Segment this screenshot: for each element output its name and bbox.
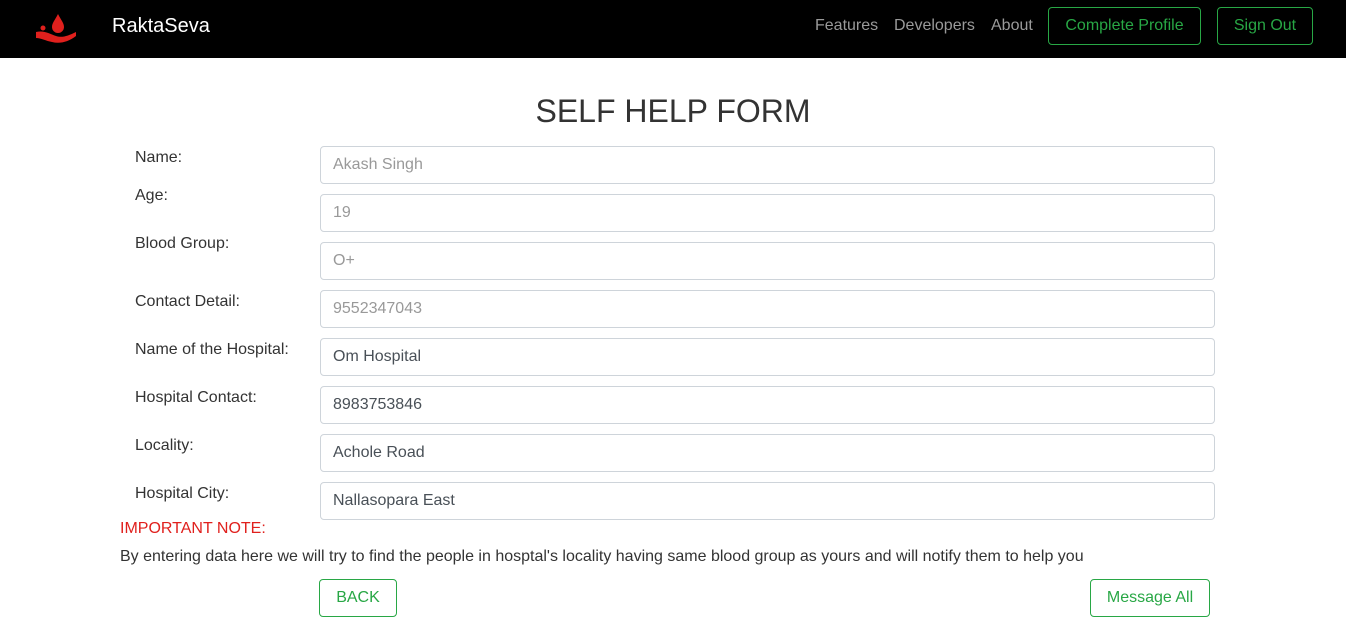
hospital-city-label: Hospital City: [135,485,230,502]
navbar: RaktaSeva Features Developers About Comp… [0,0,1346,58]
sign-out-button[interactable]: Sign Out [1217,7,1313,45]
contact-detail-field[interactable] [320,290,1215,328]
age-label: Age: [135,187,168,204]
blood-drop-hand-logo-icon[interactable] [34,12,78,46]
hospital-city-field[interactable] [320,482,1215,520]
back-button[interactable]: BACK [319,579,397,617]
message-all-button[interactable]: Message All [1090,579,1210,617]
nav-link-developers[interactable]: Developers [894,16,975,36]
nav-link-about[interactable]: About [991,16,1033,36]
contact-detail-label: Contact Detail: [135,293,240,310]
hospital-contact-field[interactable] [320,386,1215,424]
blood-group-label: Blood Group: [135,235,230,252]
complete-profile-button[interactable]: Complete Profile [1048,7,1201,45]
age-field[interactable] [320,194,1215,232]
hospital-name-label: Name of the Hospital: [135,341,289,358]
name-field[interactable] [320,146,1215,184]
nav-link-features[interactable]: Features [815,16,878,36]
important-note-heading: IMPORTANT NOTE: [120,520,266,537]
hospital-contact-label: Hospital Contact: [135,389,257,406]
brand-name[interactable]: RaktaSeva [112,14,210,38]
locality-field[interactable] [320,434,1215,472]
important-note-text: By entering data here we will try to fin… [120,548,1084,565]
locality-label: Locality: [135,437,194,454]
name-label: Name: [135,149,183,166]
page-title: SELF HELP FORM [535,93,811,129]
blood-group-field[interactable] [320,242,1215,280]
hospital-name-field[interactable] [320,338,1215,376]
